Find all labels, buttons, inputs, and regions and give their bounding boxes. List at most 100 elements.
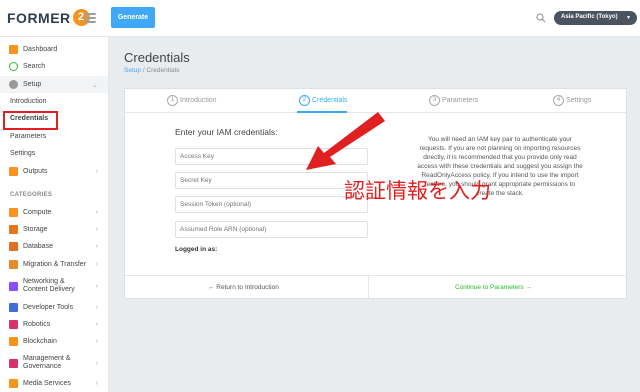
sidebar-subitem-introduction[interactable]: Introduction — [10, 98, 47, 105]
return-to-introduction-link[interactable]: ← Return to Introduction — [208, 284, 279, 291]
annotation-highlight-box — [3, 111, 58, 130]
sidebar-item-storage[interactable]: Storage › — [0, 221, 108, 238]
chevron-right-icon: › — [95, 304, 98, 311]
sidebar-item-label: Robotics — [23, 321, 51, 328]
region-label: Asia Pacific (Tokyo) — [561, 14, 618, 20]
card-footer: ← Return to Introduction Continue to Par… — [125, 275, 626, 300]
step-label: Parameters — [442, 97, 479, 104]
step-number: 4 — [553, 95, 564, 106]
sidebar-item-search[interactable]: Search — [0, 58, 108, 75]
sidebar-item-label: Dashboard — [23, 46, 58, 53]
step-number: 1 — [167, 95, 178, 106]
sidebar: Dashboard Search Setup ⌄ Introduction Cr… — [0, 37, 109, 392]
storage-icon — [9, 225, 18, 234]
former2-logo[interactable]: FORMER 2 — [7, 9, 90, 26]
chevron-right-icon: › — [95, 338, 98, 345]
page-title: Credentials — [124, 50, 190, 65]
sidebar-item-label: Networking & Content Delivery — [23, 278, 75, 294]
search-icon[interactable] — [536, 13, 546, 23]
assumed-role-arn-input[interactable] — [175, 221, 368, 238]
networking-icon — [9, 281, 18, 291]
step-parameters[interactable]: 3 Parameters — [429, 95, 478, 106]
step-number: 3 — [429, 95, 440, 106]
sidebar-subitem-settings[interactable]: Settings — [10, 150, 35, 157]
session-token-input[interactable] — [175, 196, 368, 213]
sidebar-item-database[interactable]: Database › — [0, 238, 108, 255]
chevron-right-icon: › — [95, 359, 98, 367]
sidebar-item-label: Database — [23, 243, 53, 250]
sidebar-item-setup[interactable]: Setup ⌄ — [0, 76, 108, 93]
sidebar-item-label: Search — [23, 63, 46, 70]
sidebar-item-management[interactable]: Management & Governance › — [0, 352, 108, 374]
sidebar-item-label-line1: Networking & — [23, 278, 65, 285]
breadcrumb-current: Credentials — [146, 67, 180, 74]
step-introduction[interactable]: 1 Introduction — [167, 95, 217, 106]
chevron-right-icon: › — [95, 209, 98, 216]
top-bar: FORMER 2 Generate Asia Pacific (Tokyo) ▼ — [0, 0, 640, 37]
sidebar-item-compute[interactable]: Compute › — [0, 204, 108, 221]
sidebar-item-label: Storage — [23, 226, 48, 233]
chevron-right-icon: › — [95, 380, 98, 387]
sidebar-item-label: Migration & Transfer — [23, 261, 87, 268]
footer-divider — [368, 276, 369, 300]
step-settings[interactable]: 4 Settings — [553, 95, 591, 106]
categories-heading: CATEGORIES — [10, 192, 53, 198]
region-selector[interactable]: Asia Pacific (Tokyo) ▼ — [554, 11, 637, 25]
compute-icon — [9, 208, 18, 217]
sidebar-item-migration[interactable]: Migration & Transfer › — [0, 256, 108, 273]
annotation-arrow-icon — [306, 112, 385, 170]
breadcrumb-separator: / — [142, 67, 145, 74]
search-icon — [9, 62, 18, 71]
breadcrumb: Setup / Credentials — [124, 67, 179, 74]
sidebar-item-robotics[interactable]: Robotics › — [0, 316, 108, 333]
outputs-icon — [9, 167, 18, 176]
sidebar-item-outputs[interactable]: Outputs › — [0, 163, 108, 180]
gear-icon — [9, 80, 18, 89]
logo-text: FORMER — [7, 9, 71, 26]
step-credentials[interactable]: 2 Credentials — [299, 95, 347, 106]
media-services-icon — [9, 379, 18, 388]
developer-tools-icon — [9, 303, 18, 312]
sidebar-item-developer-tools[interactable]: Developer Tools › — [0, 299, 108, 316]
sidebar-item-label-line2: Governance — [23, 363, 62, 370]
management-icon — [9, 358, 18, 368]
sidebar-item-label: Blockchain — [23, 338, 57, 345]
chevron-right-icon: › — [95, 226, 98, 233]
form-title: Enter your IAM credentials: — [175, 127, 278, 137]
sidebar-item-media-services[interactable]: Media Services › — [0, 375, 108, 392]
step-label: Introduction — [180, 97, 217, 104]
breadcrumb-setup-link[interactable]: Setup — [124, 67, 141, 74]
step-label: Credentials — [312, 97, 348, 104]
migration-icon — [9, 260, 18, 269]
sidebar-item-label: Compute — [23, 209, 52, 216]
sidebar-item-label: Setup — [23, 81, 42, 88]
logged-in-label: Logged in as: — [175, 246, 218, 253]
sidebar-item-label: Developer Tools — [23, 304, 74, 311]
generate-button[interactable]: Generate — [111, 7, 155, 28]
chevron-right-icon: › — [95, 282, 98, 290]
sidebar-item-label: Management & Governance — [23, 355, 70, 371]
sidebar-item-label: Outputs — [23, 168, 48, 175]
chevron-down-icon: ▼ — [626, 15, 631, 21]
annotation-text: 認証情報を入力 — [344, 179, 491, 203]
step-number: 2 — [299, 95, 310, 106]
sidebar-item-label-line2: Content Delivery — [23, 286, 75, 293]
chevron-right-icon: › — [95, 321, 98, 328]
sidebar-item-label-line1: Management & — [23, 355, 71, 362]
robotics-icon — [9, 320, 18, 329]
chevron-right-icon: › — [95, 261, 98, 268]
chevron-down-icon: ⌄ — [92, 81, 98, 89]
blockchain-icon — [9, 337, 18, 346]
database-icon — [9, 242, 18, 251]
sidebar-item-blockchain[interactable]: Blockchain › — [0, 333, 108, 350]
dashboard-icon — [9, 45, 18, 54]
sidebar-item-networking[interactable]: Networking & Content Delivery › — [0, 275, 108, 297]
continue-to-parameters-link[interactable]: Continue to Parameters → — [455, 284, 532, 291]
chevron-right-icon: › — [95, 168, 98, 175]
sidebar-item-label: Media Services — [23, 380, 71, 387]
chevron-right-icon: › — [95, 243, 98, 250]
sidebar-subitem-parameters[interactable]: Parameters — [10, 133, 46, 140]
sidebar-item-dashboard[interactable]: Dashboard — [0, 41, 108, 58]
step-label: Settings — [566, 97, 592, 104]
menu-icon[interactable] — [84, 13, 96, 23]
